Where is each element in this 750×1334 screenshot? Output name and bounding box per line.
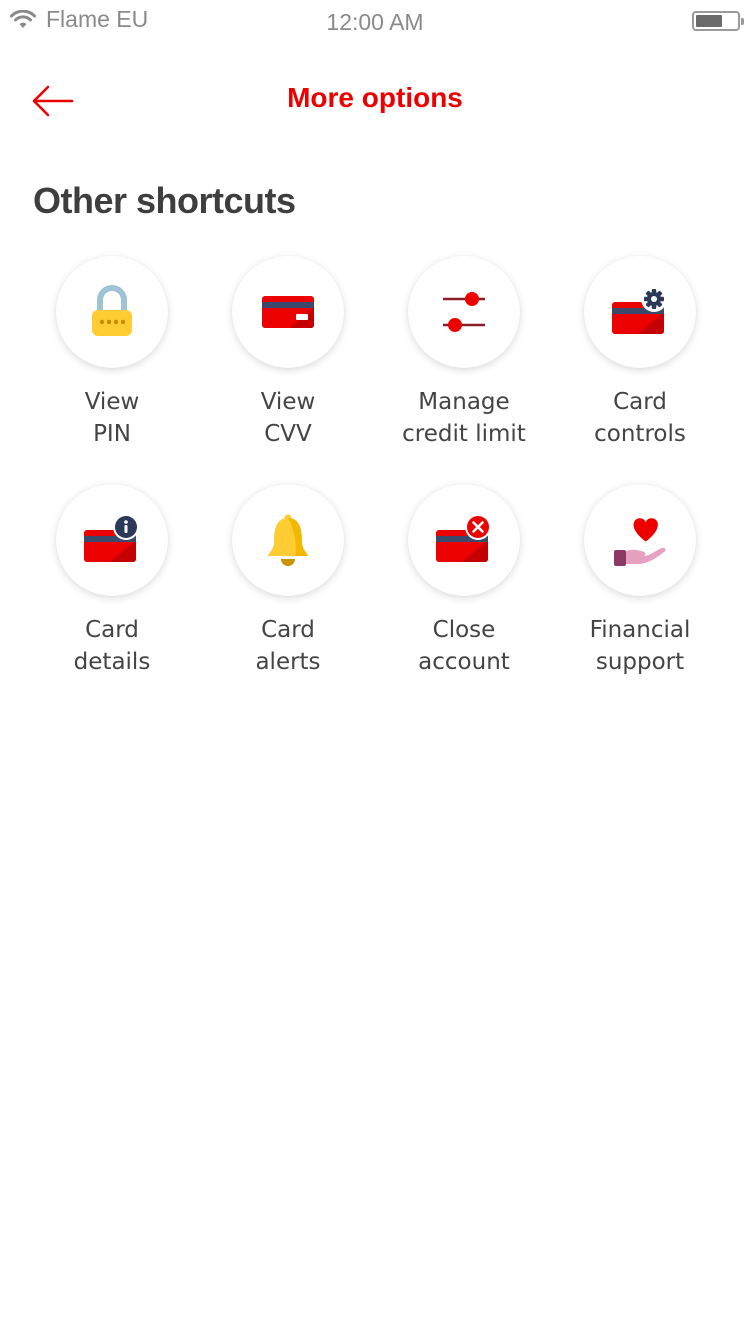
shortcut-icon-circle [584, 256, 696, 368]
back-button[interactable] [30, 78, 80, 124]
shortcut-label: Card details [73, 617, 151, 675]
status-bar: Flame EU 12:00 AM [0, 0, 750, 44]
shortcut-label: View CVV [260, 389, 316, 447]
shortcut-icon-circle [232, 256, 344, 368]
shortcut-close-account[interactable]: Close account [376, 484, 552, 678]
sliders-icon [443, 292, 485, 332]
card-close-icon [436, 514, 491, 562]
battery-icon [692, 11, 744, 31]
shortcuts-grid: View PIN View CVV Manage credit limit Ca… [24, 256, 728, 678]
shortcut-card-details[interactable]: Card details [24, 484, 200, 678]
page-title: More options [287, 82, 463, 113]
card-settings-icon [612, 286, 667, 334]
shortcut-icon-circle [232, 484, 344, 596]
shortcut-view-cvv[interactable]: View CVV [200, 256, 376, 450]
section-title: Other shortcuts [33, 180, 296, 221]
shortcut-icon-circle [56, 484, 168, 596]
card-info-icon [84, 514, 139, 562]
shortcut-label: Close account [418, 617, 510, 675]
status-time: 12:00 AM [326, 9, 424, 35]
shortcut-icon-circle [584, 484, 696, 596]
shortcut-icon-circle [408, 484, 520, 596]
card-icon [262, 296, 314, 328]
shortcut-label: Manage credit limit [402, 389, 526, 447]
shortcut-label: Financial support [589, 617, 691, 675]
bell-icon [268, 514, 308, 566]
header: More options [0, 70, 750, 132]
shortcut-view-pin[interactable]: View PIN [24, 256, 200, 450]
shortcut-manage-credit-limit[interactable]: Manage credit limit [376, 256, 552, 450]
shortcut-icon-circle [56, 256, 168, 368]
shortcut-card-controls[interactable]: Card controls [552, 256, 728, 450]
shortcut-financial-support[interactable]: Financial support [552, 484, 728, 678]
heart-hand-icon [614, 518, 666, 566]
shortcut-label: Card alerts [255, 617, 321, 675]
shortcut-label: View PIN [84, 389, 140, 447]
shortcut-icon-circle [408, 256, 520, 368]
arrow-left-icon [32, 85, 74, 117]
shortcut-label: Card controls [594, 389, 686, 447]
padlock-icon [92, 285, 132, 336]
battery-level [696, 15, 722, 27]
shortcut-card-alerts[interactable]: Card alerts [200, 484, 376, 678]
